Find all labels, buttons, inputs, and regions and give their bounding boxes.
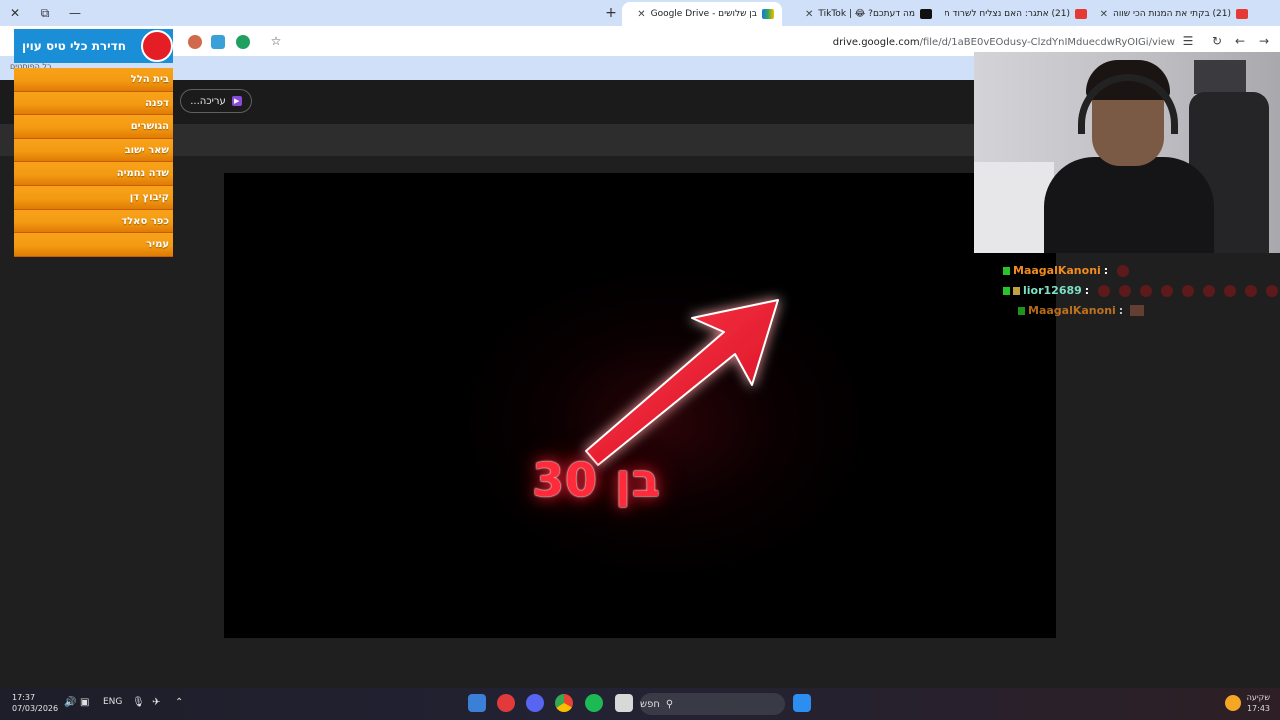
tab-title: (21) בקתי את המנות הכי שווה [1112,9,1231,19]
tiktok-icon [920,9,932,19]
notifications-muted-icon[interactable]: ✈ [152,697,160,708]
grammar-extension-icon[interactable] [236,35,250,49]
sun-icon [1224,695,1241,711]
emote-icon [1098,284,1111,297]
arrow-up-right-icon [585,299,779,466]
search-icon: ⚲ [665,698,674,710]
url-text[interactable]: drive.google.com/file/d/1aBE0vEOdusy-Clz… [833,37,1175,48]
location-item: שדה נחמיה [14,162,173,186]
profile-extension-icon[interactable] [188,35,202,49]
webcam-monitor [1194,60,1246,94]
youtube-icon [1075,9,1087,19]
overlay-alert-header: חדירת כלי טיס עוין [14,29,173,63]
bookmark-star-icon[interactable]: ☆ [268,33,284,49]
close-icon[interactable]: ✕ [637,9,645,20]
app-icon-red[interactable] [497,694,515,712]
spotify-icon[interactable] [585,694,603,712]
chat-badge-icon [1003,266,1010,275]
back-icon[interactable]: → [1256,33,1272,49]
google-drive-icon [762,9,774,19]
open-with-button[interactable]: ▶ עריכה... [180,89,252,113]
close-icon[interactable]: ✕ [1100,9,1108,20]
chat-badge-icon [1013,286,1020,295]
chat-username: MaagalKanoni [1028,304,1116,317]
tab-tiktok[interactable]: מה דעתכם? 😂 | TikTok ✕ [785,2,940,26]
tab-title: (21) אתגר: האם נצליח לשרוד ת [945,9,1070,19]
url-host: drive.google.com [832,37,920,48]
site-info-icon[interactable]: ☰ [1180,33,1196,49]
location-item: בית הלל [14,68,173,92]
chat-message: MaagalKanoni : [1003,264,1130,277]
location-item: קיבוץ דן [14,185,173,210]
tab-title: בן שלושים - Google Drive [650,9,757,19]
search-label: חפש [640,698,660,710]
location-item: עמיר [14,233,173,257]
weather-widget[interactable]: שקיעה 17:43 [1224,692,1270,714]
window-minimize-button[interactable]: — [66,4,84,22]
volume-icon[interactable]: 🔊 [64,697,76,708]
window-close-button[interactable]: ✕ [6,4,24,22]
video-player[interactable]: בן 30 [224,173,1056,638]
chat-separator: : [1084,284,1090,297]
chat-badge-icon [1003,286,1010,295]
emote-icon [1266,284,1279,297]
chat-username: MaagalKanoni [1013,264,1101,277]
emote-icon [1182,284,1195,297]
chat-separator: : [1118,304,1124,317]
discord-icon[interactable] [526,694,544,712]
webcam-person-body [1044,157,1214,253]
video-caption: בן 30 [532,453,661,507]
microphone-icon[interactable]: 🎙 [132,697,145,708]
chat-message: lior12689 : [1003,284,1279,297]
emote-icon [1224,284,1237,297]
webcam-shelf [974,162,1054,253]
location-item: כפר סאלד [14,209,173,234]
window-restore-button[interactable]: ⧉ [36,4,54,22]
emote-icon [1161,284,1174,297]
play-app-icon: ▶ [231,96,242,106]
close-icon[interactable]: ✕ [805,9,813,20]
emote-icon [1140,284,1153,297]
chevron-up-icon[interactable]: ⌃ [175,697,183,708]
chat-separator: : [1103,264,1109,277]
alert-logo-icon [141,30,173,62]
clock-date: 07/03/2026 [12,704,59,713]
language-indicator[interactable]: ENG [103,697,122,707]
url-path: /file/d/1aBE0vEOdusy-ClzdYnIMduecdwRyOIG… [919,37,1175,48]
open-with-label: עריכה... [190,95,226,107]
overlay-alert-title: חדירת כלי טיס עוין [22,39,126,53]
weather-label: שקיעה [1246,693,1270,702]
emote-icon [1203,284,1216,297]
tab-google-drive[interactable]: בן שלושים - Google Drive ✕ [622,2,782,26]
location-item: דפנה [14,91,173,116]
location-item: שאר ישוב [14,138,173,163]
chat-badge-icon [1018,306,1025,315]
overlay-location-list: בית הלל דפנה הגושרים שאר ישוב שדה נחמיה … [14,68,173,257]
webcam-feed [974,52,1280,253]
chrome-icon[interactable] [555,694,573,712]
tab-title: מה דעתכם? 😂 | TikTok [818,9,915,19]
taskbar-clock[interactable]: 17:37 07/03/2026 [12,692,58,714]
clock-time: 17:37 [12,693,36,702]
tab-youtube-2[interactable]: (21) אתגר: האם נצליח לשרוד ת ✕ [945,2,1095,26]
start-button-icon[interactable] [793,694,811,712]
network-icon[interactable]: ▣ [80,697,89,708]
forward-icon[interactable]: ← [1232,33,1248,49]
tab-youtube-1[interactable]: (21) בקתי את המנות הכי שווה ✕ [1100,2,1256,26]
reload-icon[interactable]: ↻ [1209,33,1225,49]
emote-icon [1117,264,1130,277]
emote-icon [1130,305,1145,316]
new-tab-button[interactable]: + [603,4,619,22]
chat-message: MaagalKanoni : [1018,304,1145,317]
emote-icon [1245,284,1258,297]
taskbar-search[interactable]: ⚲ חפש [640,693,785,715]
weather-time: 17:43 [1246,704,1270,713]
emote-icon [1119,284,1132,297]
location-item: הגושרים [14,115,173,139]
task-view-icon[interactable] [468,694,486,712]
file-explorer-icon[interactable] [615,694,633,712]
youtube-icon [1236,9,1248,19]
translate-extension-icon[interactable] [211,35,225,49]
chat-username: lior12689 [1023,284,1082,297]
